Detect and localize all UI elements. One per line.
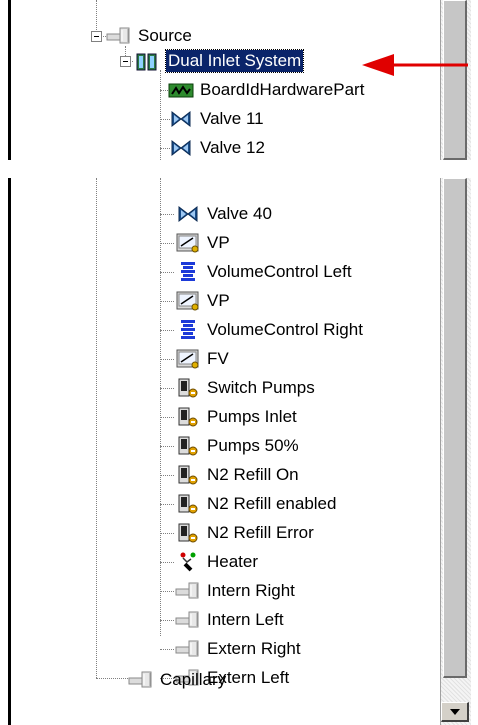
valve-icon [168,137,194,159]
collapse-toggle[interactable] [91,31,102,42]
tree-item[interactable]: Capillary [128,667,226,693]
tree-item-valve-11[interactable]: Valve 11 [168,106,264,132]
tree-border [8,178,11,725]
tree-item-label: N2 Refill Error [207,523,314,542]
switch-icon [175,435,201,457]
tree-line [160,330,174,331]
tree-item[interactable]: FV [175,346,229,372]
heater-icon [175,551,201,573]
tree-line [160,359,174,360]
tree-line [160,533,174,534]
tree-item-label: Valve 11 [200,109,264,128]
tree-line [160,591,174,592]
tree-item[interactable]: Switch Pumps [175,375,315,401]
tree-item-label: Extern Right [207,639,301,658]
tree-item-label: FV [207,349,229,368]
scroll-down-button[interactable] [441,702,469,722]
tree-line [160,70,161,160]
switch-icon [175,522,201,544]
tree-view-top: Source Dual Inlet System BoardIdHardware… [0,0,478,160]
tree-item-label: Valve 40 [207,204,272,223]
red-arrow-icon [362,54,468,76]
tree-item-label: VolumeControl Left [207,262,352,281]
valve-icon [175,203,201,225]
tree-item-label: Intern Left [207,610,284,629]
tree-item[interactable]: VolumeControl Left [175,259,352,285]
tree-item-label: VolumeControl Right [207,320,363,339]
tree-line [160,214,174,215]
pipe-icon [106,25,132,47]
tree-line [160,272,174,273]
tree-item[interactable]: Pumps Inlet [175,404,297,430]
tree-line [160,620,174,621]
tree-item[interactable]: Extern Right [175,636,301,662]
tree-line [160,562,174,563]
switch-icon [175,493,201,515]
bellows-icon [175,261,201,283]
dual-inlet-icon [134,50,160,72]
valve-icon [168,108,194,130]
tree-item-label: N2 Refill enabled [207,494,337,513]
bellows-icon [175,319,201,341]
pressure-gauge-icon [175,232,201,254]
tree-item-label-selected: Dual Inlet System [164,49,305,73]
tree-line [96,178,97,678]
pressure-gauge-icon [175,348,201,370]
tree-item-label: Capillary [160,670,227,689]
scrollbar-thumb[interactable] [443,0,467,160]
tree-item[interactable]: N2 Refill Error [175,520,314,546]
tree-line [160,504,174,505]
tree-line [160,417,174,418]
tree-item-label: N2 Refill On [207,465,299,484]
tree-border [8,0,11,160]
tree-item-label: Switch Pumps [207,378,315,397]
tree-item-label: Heater [207,552,259,571]
board-icon [168,79,194,101]
tree-item[interactable]: Pumps 50% [175,433,299,459]
tree-item[interactable]: VP [175,288,230,314]
tree-item[interactable]: N2 Refill enabled [175,491,336,517]
pipe-icon [175,609,201,631]
tree-view-bottom: Valve 40 VP VolumeControl Left VP VolumeCont… [0,178,478,725]
tree-item-label: Source [138,26,192,45]
tree-line [160,475,174,476]
tree-item-label: Intern Right [207,581,295,600]
pipe-icon [175,580,201,602]
tree-item-label: BoardIdHardwarePart [200,80,365,99]
tree-item[interactable]: N2 Refill On [175,462,299,488]
tree-item-dual-inlet-system[interactable]: Dual Inlet System [134,48,305,74]
tree-line [160,446,174,447]
switch-icon [175,406,201,428]
tree-item[interactable]: Intern Right [175,578,295,604]
tree-line [160,178,161,636]
switch-icon [175,377,201,399]
tree-item-label: Pumps Inlet [207,407,297,426]
scrollbar-thumb[interactable] [443,178,467,678]
tree-item-boardid[interactable]: BoardIdHardwarePart [168,77,364,103]
pressure-gauge-icon [175,290,201,312]
tree-item-label: VP [207,233,230,252]
tree-item[interactable]: VolumeControl Right [175,317,363,343]
tree-item-source[interactable]: Source [106,23,192,49]
tree-line [96,678,128,679]
switch-icon [175,464,201,486]
tree-item[interactable]: Valve 40 [175,201,272,227]
tree-line [160,301,174,302]
tree-line [160,388,174,389]
scroll-down-arrow-icon [449,708,460,715]
tree-line [160,243,174,244]
tree-item-valve-12[interactable]: Valve 12 [168,135,265,160]
pipe-icon [128,669,154,691]
tree-item-label: Valve 12 [200,138,265,157]
collapse-toggle[interactable] [120,56,131,67]
tree-item-label: Pumps 50% [207,436,299,455]
tree-item[interactable]: Heater [175,549,258,575]
tree-item[interactable]: VP [175,230,230,256]
tree-item-label: VP [207,291,230,310]
tree-line [160,649,174,650]
tree-item[interactable]: Intern Left [175,607,284,633]
pipe-icon [175,638,201,660]
